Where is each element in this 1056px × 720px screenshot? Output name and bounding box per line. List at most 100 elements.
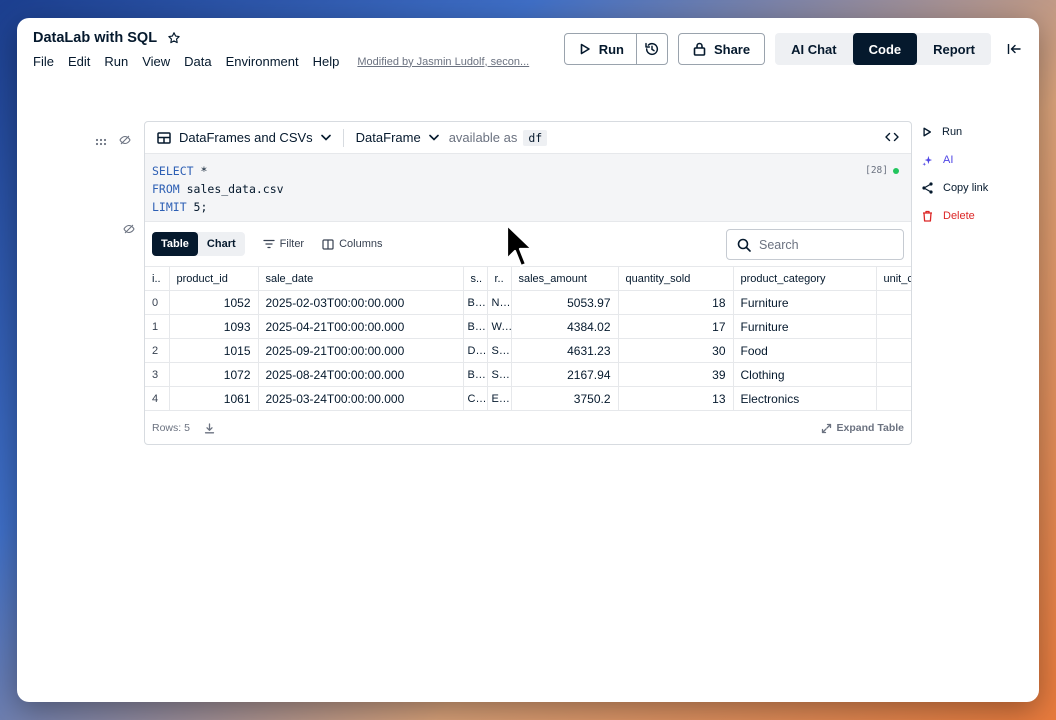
table-footer: Rows: 5 Expand Table xyxy=(145,412,911,444)
expand-table-label: Expand Table xyxy=(836,422,905,434)
output-type-label: DataFrame xyxy=(355,130,421,145)
sql-keyword: LIMIT xyxy=(152,200,187,214)
run-button[interactable]: Run xyxy=(565,34,637,64)
cell-ai-label: AI xyxy=(943,154,954,166)
mode-code[interactable]: Code xyxy=(852,33,918,65)
output-type-selector[interactable]: DataFrame xyxy=(356,130,439,145)
execution-count: [28] xyxy=(865,162,899,180)
menu-run[interactable]: Run xyxy=(104,54,128,69)
table-cell: 38 xyxy=(876,314,911,339)
delete-cell-label: Delete xyxy=(943,210,975,222)
cell-run-label: Run xyxy=(942,126,963,138)
table-cell: 2167.94 xyxy=(511,362,619,387)
code-text: * xyxy=(193,164,208,178)
table-cell: 17 xyxy=(618,314,734,339)
table-cell: N... xyxy=(487,290,512,315)
sql-keyword: SELECT xyxy=(152,164,194,178)
menu-view[interactable]: View xyxy=(142,54,170,69)
columns-button[interactable]: Columns xyxy=(322,238,383,250)
table-cell: 1 xyxy=(145,314,170,339)
tab-chart[interactable]: Chart xyxy=(198,232,245,256)
cell-toolbar: DataFrames and CSVs DataFrame available … xyxy=(145,122,911,154)
filter-button[interactable]: Filter xyxy=(263,238,304,250)
table-cell: 2025-03-24T00:00:00.000 xyxy=(258,386,464,411)
share-button[interactable]: Share xyxy=(677,33,766,65)
code-toggle-icon[interactable] xyxy=(885,131,899,145)
menu-data[interactable]: Data xyxy=(184,54,211,69)
delete-cell-action[interactable]: Delete xyxy=(922,208,988,224)
code-editor[interactable]: SELECT * FROM sales_data.csv LIMIT 5; [2… xyxy=(145,154,911,222)
sparkle-icon xyxy=(922,155,933,166)
table-cell: 1093 xyxy=(169,314,259,339)
table-cell: 30 xyxy=(618,338,734,363)
play-icon xyxy=(580,43,590,55)
column-header[interactable]: product_id xyxy=(169,266,259,291)
filter-label: Filter xyxy=(279,238,305,250)
table-cell: S... xyxy=(487,362,512,387)
table-cell: 18 xyxy=(618,290,734,315)
table-cell: Furniture xyxy=(733,314,877,339)
table-cell: B... xyxy=(463,362,488,387)
source-label: DataFrames and CSVs xyxy=(179,130,313,145)
column-header[interactable]: sale_date xyxy=(258,266,464,291)
table-row: 4 1061 2025-03-24T00:00:00.000 C... E...… xyxy=(145,386,911,411)
table-row: 2 1015 2025-09-21T00:00:00.000 D... S...… xyxy=(145,338,911,363)
table-cell: S... xyxy=(487,338,512,363)
table-cell: 1072 xyxy=(169,362,259,387)
sql-keyword: FROM xyxy=(152,182,180,196)
drag-handle-icon[interactable] xyxy=(95,133,107,151)
menu-environment[interactable]: Environment xyxy=(226,54,299,69)
table-icon xyxy=(157,131,171,144)
table-cell: B... xyxy=(463,314,488,339)
modified-by-link[interactable]: Modified by Jasmin Ludolf, secon... xyxy=(357,56,529,68)
code-text: sales_data.csv xyxy=(179,182,284,196)
expand-table-button[interactable]: Expand Table xyxy=(821,422,905,434)
menu-file[interactable]: File xyxy=(33,54,54,69)
table-cell: 13 xyxy=(618,386,734,411)
column-header[interactable]: quantity_sold xyxy=(618,266,734,291)
column-header[interactable]: s.. xyxy=(463,266,488,291)
sql-cell: DataFrames and CSVs DataFrame available … xyxy=(144,121,912,445)
download-icon[interactable] xyxy=(204,422,215,434)
search-icon xyxy=(737,238,751,252)
copy-link-action[interactable]: Copy link xyxy=(922,180,988,196)
cell-ai-action[interactable]: AI xyxy=(922,152,988,168)
mode-ai-chat[interactable]: AI Chat xyxy=(775,33,853,65)
table-cell: W... xyxy=(487,314,512,339)
variable-name[interactable]: df xyxy=(523,129,548,146)
tab-table[interactable]: Table xyxy=(152,232,198,256)
mode-report[interactable]: Report xyxy=(917,33,991,65)
table-cell: B... xyxy=(463,290,488,315)
table-row: 3 1072 2025-08-24T00:00:00.000 B... S...… xyxy=(145,362,911,387)
table-cell: Furniture xyxy=(733,290,877,315)
table-search-input[interactable]: Search xyxy=(726,229,904,260)
run-button-label: Run xyxy=(598,41,624,57)
table-cell: 3750.2 xyxy=(511,386,619,411)
cell-actions: Run AI Copy link Delete xyxy=(922,124,988,224)
source-selector[interactable]: DataFrames and CSVs xyxy=(157,130,331,145)
star-icon[interactable] xyxy=(167,31,181,45)
menu-edit[interactable]: Edit xyxy=(68,54,90,69)
cell-run-action[interactable]: Run xyxy=(922,124,988,140)
schedule-button[interactable] xyxy=(637,34,667,64)
table-cell: 5053.97 xyxy=(511,290,619,315)
table-cell: 1015 xyxy=(169,338,259,363)
column-header[interactable]: i.. xyxy=(145,266,170,291)
hide-code-icon[interactable] xyxy=(119,133,131,151)
view-mode-switch: AI Chat Code Report xyxy=(775,33,991,65)
column-header[interactable]: product_category xyxy=(733,266,877,291)
menu-help[interactable]: Help xyxy=(313,54,340,69)
table-cell: 2025-09-21T00:00:00.000 xyxy=(258,338,464,363)
workbook-title[interactable]: DataLab with SQL xyxy=(33,30,157,46)
column-header[interactable]: unit_c xyxy=(876,266,911,291)
hide-output-icon[interactable] xyxy=(123,222,135,240)
collapse-panel-icon[interactable] xyxy=(1005,40,1023,58)
cell-gutter xyxy=(95,133,131,151)
menu-bar: File Edit Run View Data Environment Help… xyxy=(33,54,529,69)
status-dot-icon xyxy=(893,168,899,174)
table-cell: E... xyxy=(487,386,512,411)
table-cell: 4631.23 xyxy=(511,338,619,363)
chevron-down-icon xyxy=(320,134,331,141)
table-cell: 43 xyxy=(876,362,911,387)
table-row: 1 1093 2025-04-21T00:00:00.000 B... W...… xyxy=(145,314,911,339)
